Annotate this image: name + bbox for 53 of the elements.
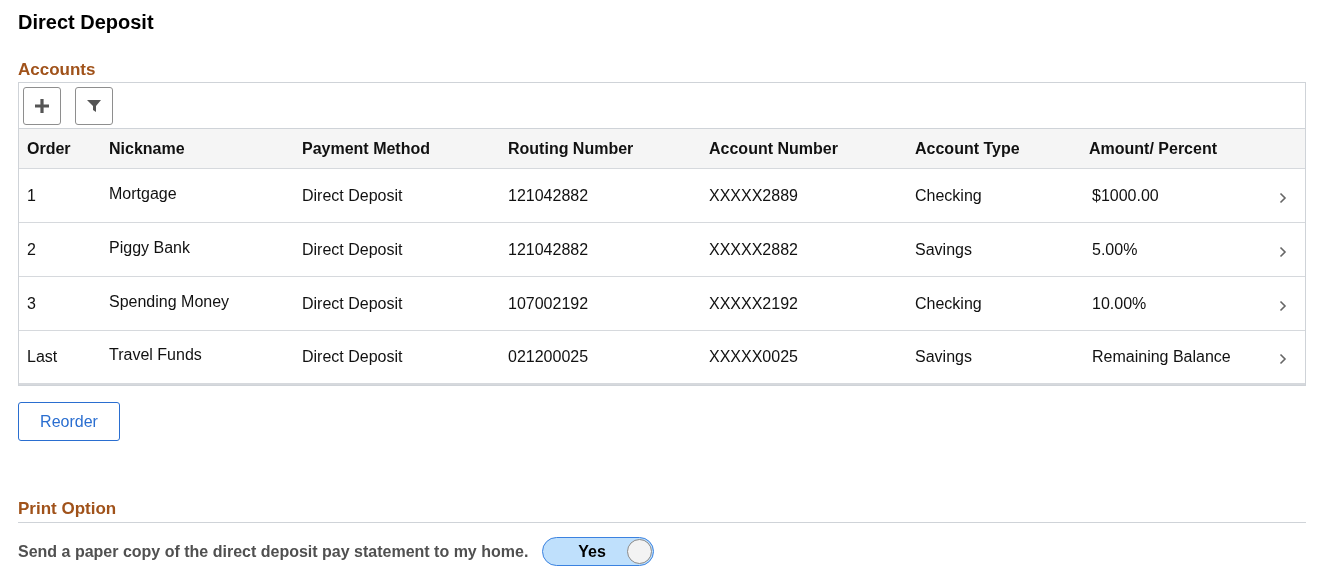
table-cell: 021200025 (508, 348, 589, 365)
table-cell: Savings (915, 348, 972, 365)
table-cell: Direct Deposit (302, 186, 403, 204)
table-cell: 121042882 (508, 240, 589, 258)
toggle-switch[interactable]: Yes (542, 537, 655, 566)
filter-button[interactable] (75, 86, 113, 125)
table-cell: 5.00% (1092, 240, 1138, 258)
chevron-right-icon (1279, 245, 1287, 258)
table-cell: XXXXX2882 (709, 240, 798, 258)
filter-icon (86, 97, 102, 114)
column-header: Nickname (109, 138, 186, 159)
table-cell: 1 (27, 186, 36, 204)
add-icon (34, 97, 50, 114)
page-title: Direct Deposit (18, 10, 155, 35)
table-cell: 107002192 (508, 294, 589, 312)
table-cell: Checking (915, 186, 982, 204)
table-row[interactable]: 1 Mortgage Direct Deposit 121042882 XXXXX2889 Checking $1000.00 (19, 169, 1305, 223)
table-cell: Direct Deposit (302, 240, 403, 258)
table-cell: $1000.00 (1092, 186, 1159, 204)
section-heading: Print Option (18, 498, 1306, 523)
table-cell: Last (27, 348, 58, 365)
column-header: Order (27, 138, 72, 159)
table-cell: 2 (27, 240, 36, 258)
chevron-right-icon (1279, 353, 1287, 365)
table-cell: 121042882 (508, 186, 589, 204)
option-label: Send a paper copy of the direct deposit pay statement to my home. (18, 541, 529, 562)
column-header: Account Type (915, 138, 1021, 159)
table-cell: Piggy Bank (109, 238, 190, 256)
table-row[interactable]: 2 Piggy Bank Direct Deposit 121042882 XXXXX2882 Savings 5.00% (19, 223, 1305, 277)
table-cell: XXXXX0025 (709, 348, 798, 365)
table-cell: Direct Deposit (302, 348, 403, 365)
table-cell: Remaining Balance (1092, 348, 1231, 365)
table-row[interactable]: 3 Spending Money Direct Deposit 107002192 XXXXX2192 Checking 10.00% (19, 277, 1305, 331)
table-cell: 3 (27, 294, 36, 312)
column-header: Payment Method (302, 138, 431, 159)
table-cell: Direct Deposit (302, 294, 403, 312)
table-cell: XXXXX2889 (709, 186, 798, 204)
table-cell: XXXXX2192 (709, 294, 798, 312)
table-cell: Spending Money (109, 292, 230, 310)
section-heading: Accounts (18, 59, 97, 81)
column-header: Account Number (709, 138, 839, 159)
table-cell: Mortgage (109, 184, 177, 202)
reorder-button[interactable]: Reorder (18, 402, 120, 441)
chevron-right-icon (1279, 299, 1287, 312)
table-cell: Checking (915, 294, 982, 312)
column-header: Amount/ Percent (1089, 138, 1218, 159)
chevron-right-icon (1279, 191, 1287, 204)
column-header: Routing Number (508, 138, 635, 159)
table-cell: 10.00% (1092, 294, 1147, 312)
add-button[interactable] (23, 86, 61, 125)
table-row[interactable]: Last Travel Funds Direct Deposit 021200025 XXXXX0025 Savings Remaining Balance (19, 331, 1305, 385)
table-cell: Savings (915, 240, 972, 258)
table-cell: Travel Funds (109, 346, 202, 363)
